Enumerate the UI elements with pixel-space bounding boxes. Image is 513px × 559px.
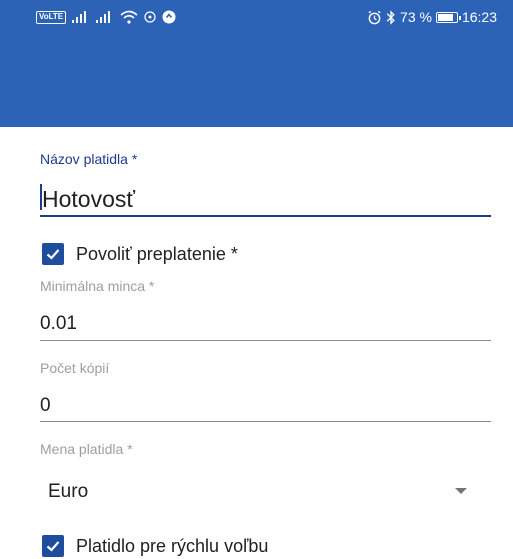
clock: 16:23	[461, 9, 497, 25]
dropdown-arrow-icon	[455, 488, 467, 494]
bluetooth-icon	[386, 9, 395, 25]
min-coin-input[interactable]: 0.01	[40, 313, 77, 335]
min-coin-label: Minimálna minca *	[40, 278, 155, 294]
copies-label: Počet kópií	[40, 360, 110, 376]
signal-icon	[72, 11, 87, 23]
currency-select[interactable]: Euro	[40, 472, 491, 512]
tender-name-label: Názov platidla *	[40, 151, 138, 167]
copies-input[interactable]: 0	[40, 395, 51, 417]
nfc-icon	[144, 11, 156, 23]
currency-selected-value: Euro	[48, 481, 89, 502]
signal-icon-2	[96, 11, 111, 23]
wifi-icon	[120, 10, 138, 24]
app-bar: VoLTE 73 % 16:23	[0, 0, 513, 127]
alarm-icon	[368, 10, 381, 24]
min-coin-underline	[40, 340, 491, 341]
copies-underline	[40, 421, 491, 422]
allow-overpayment-label: Povoliť preplatenie *	[76, 243, 238, 264]
volte-icon: VoLTE	[36, 10, 67, 24]
checkbox-checked-icon	[42, 243, 64, 265]
status-icons-right: 73 % 16:23	[367, 9, 497, 25]
battery-percent: 73 %	[400, 9, 432, 25]
tender-name-underline	[40, 215, 491, 217]
currency-label: Mena platidla *	[40, 441, 133, 457]
quick-select-label: Platidlo pre rýchlu voľbu	[76, 535, 269, 556]
checkbox-checked-icon	[42, 535, 64, 557]
app-notification-icon	[162, 10, 176, 24]
quick-select-checkbox[interactable]: Platidlo pre rýchlu voľbu	[42, 535, 268, 557]
tender-name-input[interactable]: Hotovosť	[42, 186, 135, 213]
battery-icon	[435, 11, 461, 23]
allow-overpayment-checkbox[interactable]: Povoliť preplatenie *	[42, 243, 238, 265]
status-bar: VoLTE 73 % 16:23	[0, 0, 513, 34]
status-icons-left: VoLTE	[36, 9, 176, 25]
